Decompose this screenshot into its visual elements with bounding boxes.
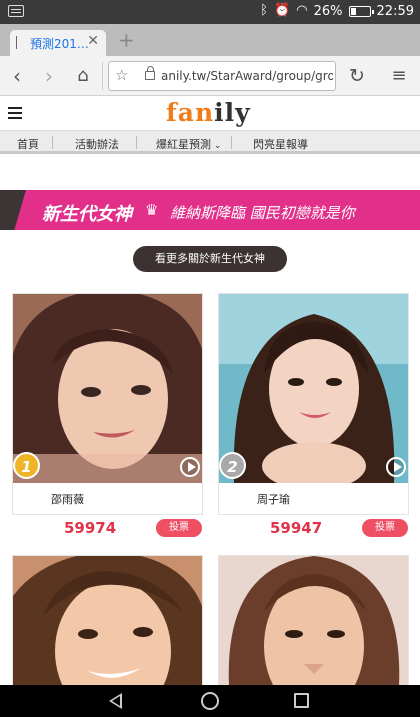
candidate-name-row: 周子瑜 bbox=[219, 483, 408, 514]
battery-icon bbox=[348, 5, 374, 17]
nav-divider bbox=[52, 136, 53, 149]
status-bar: ᛒ ⏰ ◠ 26% 22:59 bbox=[0, 0, 420, 24]
vote-button[interactable]: 投票 bbox=[156, 519, 202, 537]
tab-title: 預測201… bbox=[30, 37, 89, 51]
banner-title: 新生代女神 bbox=[42, 204, 132, 225]
browser-tab[interactable]: 預測201… ✕ bbox=[10, 30, 106, 56]
nav-item-prediction[interactable]: 爆紅星預測 ⌄ bbox=[156, 136, 221, 152]
crown-icon: ♛ bbox=[145, 201, 159, 219]
back-icon[interactable] bbox=[109, 693, 123, 709]
battery-level bbox=[350, 7, 356, 15]
nav-divider bbox=[136, 136, 137, 149]
lock-icon bbox=[145, 66, 155, 80]
wifi-icon: ◠ bbox=[296, 3, 308, 18]
url-text[interactable]: anily.tw/StarAward/group/group1 bbox=[161, 69, 333, 83]
vote-count: 59974 bbox=[64, 519, 117, 537]
tab-strip: 預測201… ✕ + bbox=[0, 24, 420, 56]
battery-percent: 26% bbox=[313, 3, 343, 19]
nav-item-news[interactable]: 閃亮星報導 bbox=[253, 136, 308, 152]
nav-divider bbox=[231, 136, 232, 149]
favicon-icon bbox=[16, 36, 25, 49]
banner-subtitle: 維納斯降臨 國民初戀就是你 bbox=[170, 204, 355, 222]
star-icon[interactable]: ☆ bbox=[115, 66, 128, 84]
site-header: fanily bbox=[0, 96, 420, 130]
back-icon[interactable]: ‹ bbox=[4, 62, 30, 90]
rank-medal-icon: 1 bbox=[13, 452, 40, 479]
candidate-photo[interactable] bbox=[219, 294, 408, 483]
toolbar-divider bbox=[102, 62, 103, 90]
play-icon[interactable] bbox=[180, 457, 200, 477]
candidate-card[interactable] bbox=[218, 555, 409, 686]
nav-item-prediction-label: 爆紅星預測 bbox=[156, 138, 211, 151]
keyboard-icon bbox=[8, 5, 24, 17]
nav-item-home[interactable]: 首頁 bbox=[17, 136, 39, 152]
site-nav: 首頁 活動辦法 爆紅星預測 ⌄ 閃亮星報導 bbox=[0, 130, 420, 154]
reload-icon[interactable]: ↻ bbox=[344, 62, 370, 90]
hamburger-icon[interactable] bbox=[8, 107, 22, 119]
vote-count: 59947 bbox=[270, 519, 323, 537]
logo-tail: ily bbox=[214, 98, 251, 127]
alarm-icon: ⏰ bbox=[274, 3, 291, 18]
forward-icon[interactable]: › bbox=[36, 62, 62, 90]
home-icon[interactable] bbox=[201, 692, 219, 710]
system-nav-bar bbox=[0, 685, 420, 717]
play-icon[interactable] bbox=[386, 457, 406, 477]
category-banner: 新生代女神 ♛ 維納斯降臨 國民初戀就是你 bbox=[0, 190, 420, 230]
candidate-name: 邵雨薇 bbox=[51, 493, 84, 506]
new-tab-icon[interactable]: + bbox=[118, 28, 135, 52]
recents-icon[interactable] bbox=[294, 693, 309, 708]
candidate-card[interactable]: 2 周子瑜 bbox=[218, 293, 409, 515]
see-more-button[interactable]: 看更多關於新生代女神 bbox=[133, 246, 287, 272]
candidate-name-row: 邵雨薇 bbox=[13, 483, 202, 514]
browser-toolbar: ‹ › ⌂ ☆ anily.tw/StarAward/group/group1 … bbox=[0, 56, 420, 96]
logo-main: fan bbox=[166, 98, 215, 127]
close-icon[interactable]: ✕ bbox=[87, 33, 99, 49]
vote-button[interactable]: 投票 bbox=[362, 519, 408, 537]
site-logo[interactable]: fanily bbox=[166, 98, 251, 127]
candidate-card[interactable]: 1 邵雨薇 bbox=[12, 293, 203, 515]
banner-corner bbox=[0, 190, 26, 230]
menu-icon[interactable]: ≡ bbox=[386, 62, 412, 90]
candidate-name: 周子瑜 bbox=[257, 493, 290, 506]
candidate-photo[interactable] bbox=[13, 556, 202, 686]
candidate-card[interactable] bbox=[12, 555, 203, 686]
candidate-photo[interactable] bbox=[13, 294, 202, 483]
home-icon[interactable]: ⌂ bbox=[70, 62, 96, 90]
bluetooth-icon: ᛒ bbox=[260, 3, 269, 18]
chevron-down-icon: ⌄ bbox=[211, 141, 222, 151]
rank-medal-icon: 2 bbox=[219, 452, 246, 479]
address-bar[interactable]: ☆ anily.tw/StarAward/group/group1 bbox=[108, 61, 336, 91]
nav-item-rules[interactable]: 活動辦法 bbox=[75, 136, 119, 152]
candidate-photo[interactable] bbox=[219, 556, 408, 686]
clock: 22:59 bbox=[376, 3, 414, 19]
